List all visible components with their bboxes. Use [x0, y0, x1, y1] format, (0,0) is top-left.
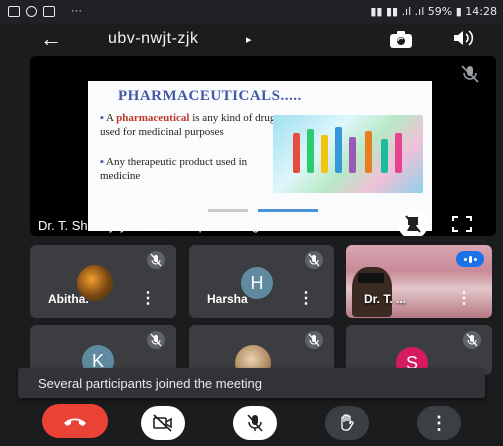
more-vert-icon[interactable]: ⋮ — [456, 288, 472, 308]
meeting-code[interactable]: ubv-nwjt-zjk — [108, 30, 198, 48]
signal-icon: ▮▮ ▮▮ .ıl .ıl — [370, 5, 425, 18]
participant-name: Dr. T. ... — [364, 292, 407, 306]
presenter-label: Dr. T. Shri Vijaya Kirubha is presenting — [38, 218, 260, 233]
mic-off-icon — [302, 331, 326, 349]
slide-bullet-1: ▪ A pharmaceutical is any kind of drug u… — [100, 111, 280, 139]
more-vert-icon: ⋮ — [430, 412, 448, 433]
speaker-icon[interactable] — [452, 29, 474, 52]
bullet1-pre: A — [106, 112, 117, 124]
bullet1-highlight: pharmaceutical — [116, 112, 190, 124]
slide-title: PHARMACEUTICALS..... — [118, 88, 302, 104]
speaking-indicator-icon — [456, 251, 484, 267]
mic-off-icon — [460, 331, 484, 349]
camera-off-icon — [153, 414, 172, 432]
mic-off-icon — [458, 64, 482, 84]
status-left: ··· — [8, 5, 82, 17]
end-call-button[interactable] — [42, 404, 108, 438]
raise-hand-icon — [341, 414, 354, 431]
pills-image — [273, 115, 423, 193]
fullscreen-icon[interactable] — [450, 214, 474, 234]
back-arrow-icon[interactable]: ← — [40, 26, 62, 52]
glasses — [358, 273, 384, 283]
raise-hand-button[interactable] — [325, 406, 369, 440]
mic-off-icon — [144, 331, 168, 349]
participant-name: Harsha — [207, 292, 248, 306]
more-vert-icon[interactable]: ⋮ — [298, 288, 314, 308]
bullet2-text: Any therapeutic product used in medicine — [100, 156, 248, 182]
battery-icon: ▮ — [455, 5, 462, 18]
participant-tile[interactable]: H Harsha ⋮ — [189, 245, 334, 318]
presentation-view[interactable]: PHARMACEUTICALS..... ▪ A pharmaceutical … — [30, 56, 496, 236]
mic-off-button[interactable] — [233, 406, 277, 440]
participant-tile-video[interactable]: Dr. T. ... ⋮ — [346, 245, 492, 318]
more-vert-icon[interactable]: ⋮ — [140, 288, 156, 308]
switch-camera-icon[interactable] — [388, 30, 414, 50]
message-icon — [8, 5, 20, 17]
mic-off-icon — [144, 251, 168, 269]
slide-bullet-2: ▪ Any therapeutic product used in medici… — [100, 155, 260, 183]
slide-footer-bar — [208, 209, 248, 212]
clock: 14:28 — [465, 5, 497, 18]
more-options-button[interactable]: ⋮ — [417, 406, 461, 440]
video-icon — [43, 5, 55, 17]
stop-presenting-button[interactable] — [398, 209, 428, 236]
image-icon — [26, 5, 37, 17]
mic-off-icon — [247, 414, 263, 432]
participant-name: Abitha. — [48, 292, 89, 306]
snackbar-text: Several participants joined the meeting — [38, 376, 263, 391]
status-bar: ··· ▮▮ ▮▮ .ıl .ıl 59% ▮ 14:28 — [0, 0, 503, 24]
end-call-icon — [64, 418, 86, 426]
shared-slide: PHARMACEUTICALS..... ▪ A pharmaceutical … — [88, 81, 432, 231]
participant-tile[interactable]: Abitha. ⋮ — [30, 245, 176, 318]
status-dots: ··· — [71, 5, 82, 17]
caret-right-icon[interactable]: ▸ — [246, 33, 252, 46]
camera-off-button[interactable] — [141, 406, 185, 440]
snackbar: Several participants joined the meeting — [18, 368, 485, 398]
status-right: ▮▮ ▮▮ .ıl .ıl 59% ▮ 14:28 — [370, 5, 497, 18]
battery-level: 59% — [427, 5, 453, 18]
slide-footer-link — [258, 209, 318, 212]
mic-off-icon — [302, 251, 326, 269]
